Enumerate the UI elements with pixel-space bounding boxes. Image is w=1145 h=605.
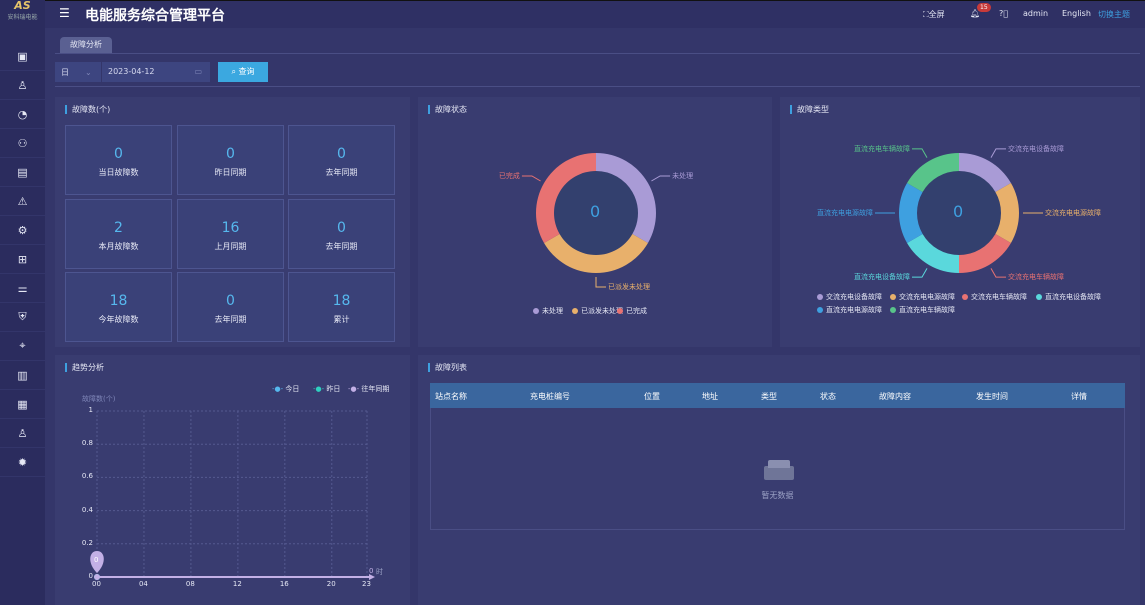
- x-tick-label: 12: [232, 580, 242, 588]
- column-header: 位置: [644, 392, 660, 401]
- column-header: 详情: [1071, 392, 1087, 401]
- x-tick-label: 04: [138, 580, 148, 588]
- x-tick-label: 20: [326, 580, 336, 588]
- column-header: 类型: [761, 392, 777, 401]
- legend-item[interactable]: -●- 今日: [272, 384, 299, 394]
- legend-marker-icon: -●-: [313, 385, 327, 393]
- y-tick-label: 0: [88, 572, 93, 580]
- y-tick-label: 0.8: [81, 439, 93, 448]
- legend-marker-icon: -●-: [348, 385, 362, 393]
- x-tick-label: 16: [279, 580, 289, 588]
- panel-title: 故障列表: [428, 363, 467, 372]
- y-tick-label: 0.6: [81, 472, 93, 481]
- column-header: 发生时间: [976, 392, 1008, 401]
- table-body: 暂无数据: [430, 408, 1125, 530]
- legend-item[interactable]: -●- 昨日: [313, 384, 340, 394]
- y-axis-label: 故障数(个): [82, 395, 116, 403]
- marker-label: 0: [94, 556, 99, 564]
- x-tick-label: 08: [185, 580, 195, 588]
- legend-item[interactable]: -●- 往年同期: [348, 384, 389, 394]
- y-tick-label: 1: [88, 406, 93, 414]
- column-header: 充电桩编号: [530, 392, 570, 401]
- column-header: 状态: [820, 392, 836, 401]
- empty-box-icon: [764, 460, 794, 480]
- table-header: 站点名称 充电桩编号 位置 地址 类型 状态 故障内容 发生时间 详情: [430, 383, 1125, 408]
- x-tick-label: 23: [362, 580, 371, 588]
- y-tick-label: 0.4: [81, 505, 93, 514]
- legend-marker-icon: -●-: [272, 385, 286, 393]
- x-tick-label: 00: [92, 580, 101, 588]
- end-label: 0: [369, 567, 374, 575]
- column-header: 站点名称: [435, 392, 467, 401]
- column-header: 故障内容: [879, 392, 911, 401]
- y-tick-label: 0.2: [81, 538, 93, 547]
- column-header: 地址: [702, 392, 718, 401]
- empty-text: 暂无数据: [761, 491, 794, 500]
- x-axis-label: 时: [376, 568, 383, 576]
